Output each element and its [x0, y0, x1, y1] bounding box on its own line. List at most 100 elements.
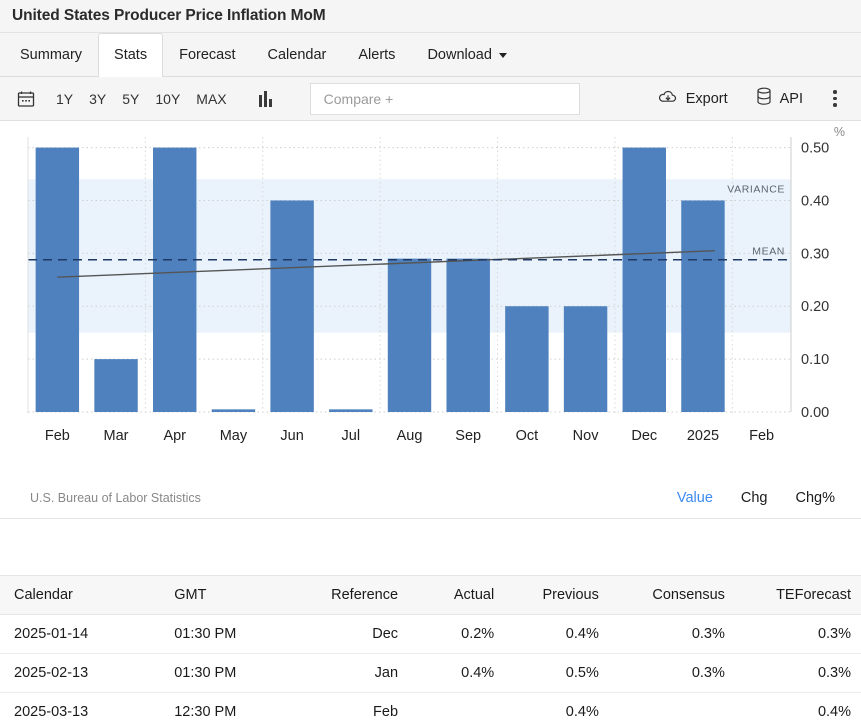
database-icon [756, 87, 772, 110]
table-col-actual: Actual [408, 576, 504, 615]
tab-alerts[interactable]: Alerts [342, 33, 411, 76]
table-row[interactable]: 2025-03-1312:30 PMFeb0.4%0.4% [0, 693, 861, 726]
bar-apr[interactable] [153, 148, 196, 412]
table-col-consensus: Consensus [609, 576, 735, 615]
calendar-icon[interactable] [12, 85, 40, 113]
cell-consensus: 0.3% [609, 615, 735, 654]
tab-calendar[interactable]: Calendar [252, 33, 343, 76]
metric-toggle-group: Value Chg Chg% [677, 490, 835, 506]
y-tick-label: 0.00 [801, 405, 829, 421]
tab-download[interactable]: Download [411, 33, 523, 76]
cell-gmt: 01:30 PM [160, 615, 290, 654]
cell-reference: Jan [291, 654, 409, 693]
cell-gmt: 12:30 PM [160, 693, 290, 726]
tab-forecast[interactable]: Forecast [163, 33, 251, 76]
cell-calendar: 2025-01-14 [0, 615, 160, 654]
period-max[interactable]: MAX [196, 91, 226, 107]
period-10y[interactable]: 10Y [155, 91, 180, 107]
y-tick-label: 0.40 [801, 193, 829, 209]
metric-chg-pct[interactable]: Chg% [796, 490, 836, 506]
cell-teforecast: 0.3% [735, 654, 861, 693]
cell-teforecast: 0.4% [735, 693, 861, 726]
bar-jun[interactable] [270, 200, 313, 412]
chart-toolbar: 1Y 3Y 5Y 10Y MAX Export [0, 77, 861, 121]
y-tick-label: 0.10 [801, 352, 829, 368]
period-1y[interactable]: 1Y [56, 91, 73, 107]
bar-2025[interactable] [681, 200, 724, 412]
bar-dec[interactable] [623, 148, 666, 412]
x-tick-label: Aug [397, 428, 423, 444]
page-title: United States Producer Price Inflation M… [12, 7, 326, 25]
calendar-table: CalendarGMTReferenceActualPreviousConsen… [0, 575, 861, 726]
page-header: United States Producer Price Inflation M… [0, 0, 861, 33]
cell-actual: 0.4% [408, 654, 504, 693]
toolbar-actions: Export API [644, 85, 847, 113]
y-tick-label: 0.20 [801, 299, 829, 315]
x-tick-label: Feb [749, 428, 774, 444]
tab-summary[interactable]: Summary [4, 33, 98, 76]
cell-reference: Feb [291, 693, 409, 726]
api-button[interactable]: API [742, 87, 817, 110]
x-tick-label: Feb [45, 428, 70, 444]
bar-mar[interactable] [94, 359, 137, 412]
x-tick-label: Sep [455, 428, 481, 444]
cell-actual [408, 693, 504, 726]
x-tick-label: Nov [573, 428, 600, 444]
bar-feb[interactable] [36, 148, 79, 412]
table-col-calendar: Calendar [0, 576, 160, 615]
metric-chg[interactable]: Chg [741, 490, 768, 506]
x-tick-label: May [220, 428, 248, 444]
mean-label: MEAN [752, 246, 785, 258]
table-col-reference: Reference [291, 576, 409, 615]
chart-area: VARIANCEMEAN0.000.100.200.300.400.50FebM… [8, 129, 851, 510]
tab-label: Download [427, 47, 492, 63]
bar-may[interactable] [212, 409, 255, 412]
metric-value[interactable]: Value [677, 490, 713, 506]
api-label: API [780, 91, 803, 107]
bar-sep[interactable] [446, 259, 489, 412]
tab-stats[interactable]: Stats [98, 33, 163, 76]
table-row[interactable]: 2025-01-1401:30 PMDec0.2%0.4%0.3%0.3% [0, 615, 861, 654]
table-row[interactable]: 2025-02-1301:30 PMJan0.4%0.5%0.3%0.3% [0, 654, 861, 693]
chevron-down-icon [499, 53, 507, 58]
cell-consensus [609, 693, 735, 726]
x-tick-label: 2025 [687, 428, 719, 444]
bar-aug[interactable] [388, 259, 431, 412]
tab-label: Calendar [268, 47, 327, 63]
table-col-gmt: GMT [160, 576, 290, 615]
tab-label: Forecast [179, 47, 235, 63]
y-tick-label: 0.30 [801, 246, 829, 262]
table-header-row: CalendarGMTReferenceActualPreviousConsen… [0, 576, 861, 615]
compare-input[interactable] [322, 90, 568, 108]
bar-oct[interactable] [505, 306, 548, 412]
cloud-download-icon [658, 88, 678, 110]
compare-input-wrapper[interactable] [310, 83, 580, 115]
period-5y[interactable]: 5Y [122, 91, 139, 107]
bar-jul[interactable] [329, 409, 372, 412]
vertical-dots-icon[interactable] [823, 85, 847, 113]
x-tick-label: Mar [104, 428, 129, 444]
tab-label: Alerts [358, 47, 395, 63]
cell-previous: 0.4% [504, 615, 609, 654]
export-button[interactable]: Export [644, 88, 742, 110]
bar-chart-icon[interactable] [259, 91, 272, 107]
x-tick-label: Oct [516, 428, 539, 444]
cell-actual: 0.2% [408, 615, 504, 654]
cell-reference: Dec [291, 615, 409, 654]
cell-consensus: 0.3% [609, 654, 735, 693]
chart-footer: U.S. Bureau of Labor Statistics ValueChg… [30, 490, 835, 506]
table-col-previous: Previous [504, 576, 609, 615]
variance-label: VARIANCE [727, 183, 785, 195]
bar-nov[interactable] [564, 306, 607, 412]
period-selector: 1Y 3Y 5Y 10Y MAX [56, 91, 227, 107]
tab-label: Stats [114, 47, 147, 63]
bar-chart-plot[interactable]: VARIANCEMEAN0.000.100.200.300.400.50FebM… [8, 129, 851, 469]
x-tick-label: Dec [631, 428, 657, 444]
calendar-table-wrapper: CalendarGMTReferenceActualPreviousConsen… [0, 575, 861, 726]
table-col-teforecast: TEForecast [735, 576, 861, 615]
chart-card: % VARIANCEMEAN0.000.100.200.300.400.50Fe… [0, 121, 861, 519]
period-3y[interactable]: 3Y [89, 91, 106, 107]
tab-bar: Summary Stats Forecast Calendar Alerts Downlo… [0, 33, 861, 77]
table-body: 2025-01-1401:30 PMDec0.2%0.4%0.3%0.3%202… [0, 615, 861, 726]
cell-calendar: 2025-03-13 [0, 693, 160, 726]
